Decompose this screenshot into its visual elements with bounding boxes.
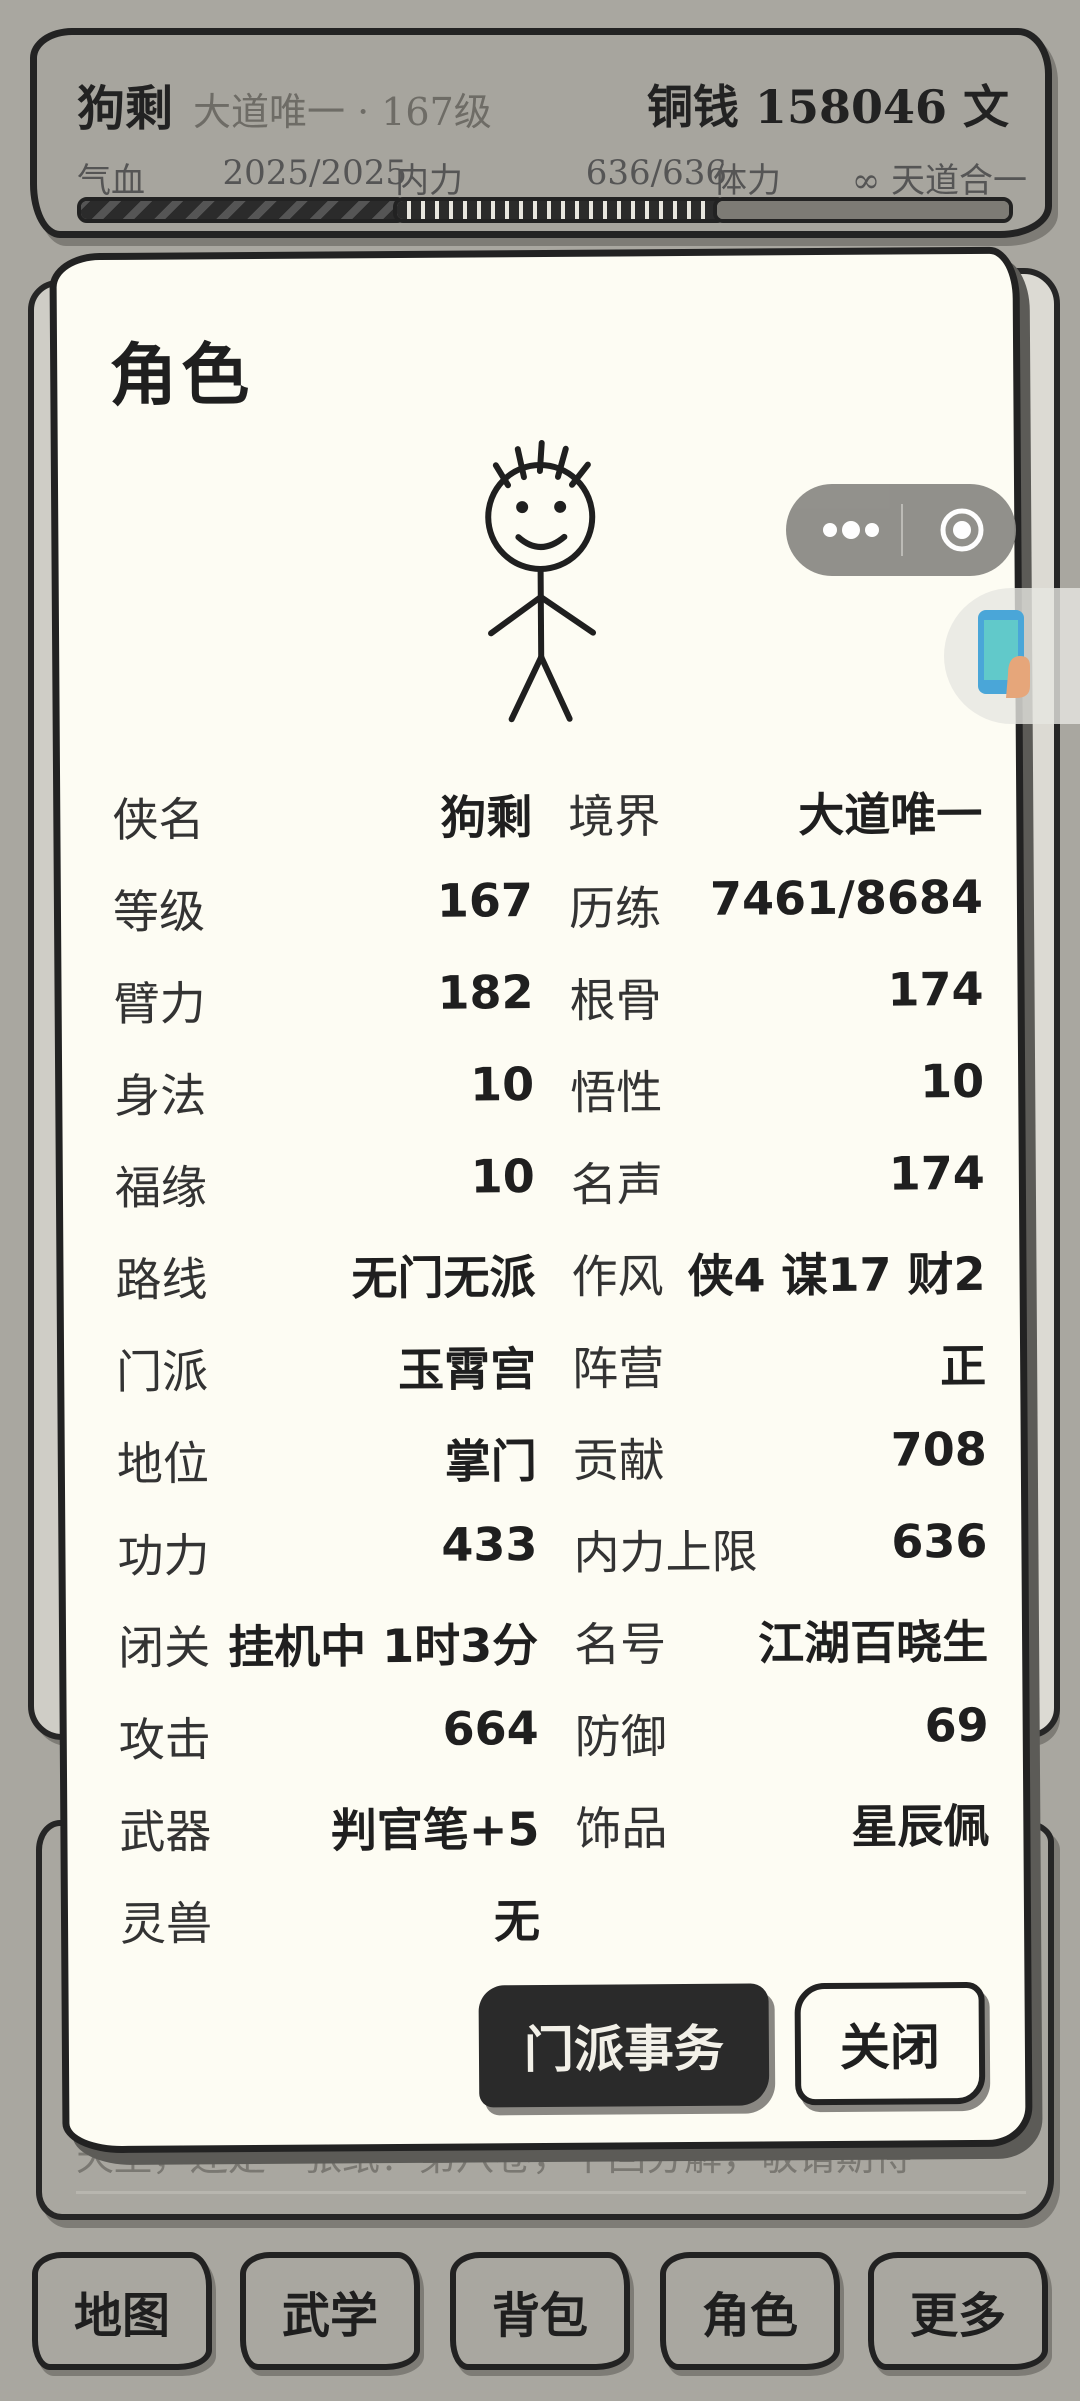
attribute-row: 臂力 182 根骨 174 [113,946,984,1044]
attribute-label: 境界 [568,789,661,844]
attribute-value: 无门无派 [351,1250,536,1306]
attribute-value: 挂机中 1时3分 [227,1618,539,1675]
capsule-divider [901,504,903,556]
attribute-label: 贡献 [572,1433,666,1488]
attribute-grid: 侠名 狗剩 境界 大道唯一等级 167 历练 7461/8684 臂力 182 根骨 174 身法 10… [112,762,990,1964]
mp-value: 636/636 [585,153,727,193]
coin-count: 铜钱 158046 文 [646,80,1009,134]
attribute-label: 地位 [116,1436,210,1491]
attribute-row: 门派 玉霄宫 阵营 正 [116,1314,987,1412]
attribute-label: 路线 [115,1252,208,1307]
mp-bar [393,197,727,223]
attribute-value: 433 [441,1517,538,1572]
attribute-value: 7461/8684 [709,869,984,926]
attribute-label: 侠名 [112,792,205,847]
phone-hand-icon [978,610,1030,698]
attribute-label: 历练 [568,881,662,936]
attribute-label: 灵兽 [119,1896,213,1951]
mini-program-capsule [786,484,1016,576]
player-name: 狗剩 [77,81,174,137]
nav-map-button[interactable]: 地图 [32,2252,212,2370]
attribute-value: 167 [436,873,534,928]
stamina-bar-fill [717,201,1009,219]
attribute-label: 悟性 [570,1065,663,1120]
attribute-value: 10 [919,1053,985,1109]
nav-skills-button[interactable]: 武学 [240,2252,420,2370]
nav-character-button[interactable]: 角色 [660,2252,840,2370]
hp-bar-fill [81,201,403,219]
attribute-row: 闭关 挂机中 1时3分 名号 江湖百晓生 [118,1590,989,1688]
attribute-row: 功力 433 内力上限 636 [117,1498,988,1596]
nav-more-button[interactable]: 更多 [868,2252,1048,2370]
attribute-label: 闭关 [117,1620,211,1675]
attribute-value: 636 [891,1513,988,1569]
attribute-label: 防御 [574,1709,667,1764]
attribute-label: 功力 [117,1528,210,1583]
attribute-value: 侠4 谋17 财2 [687,1246,986,1303]
attribute-row: 福缘 10 名声 174 [115,1130,986,1228]
attribute-row: 路线 无门无派 作风 侠4 谋17 财2 [115,1222,986,1320]
floating-assistant[interactable] [944,588,1080,724]
attribute-label: 名声 [570,1157,664,1212]
hp-value: 2025/2025 [222,153,407,193]
attribute-label: 身法 [114,1068,207,1123]
attribute-value: 664 [442,1701,539,1756]
attribute-value: 判官笔+5 [330,1802,540,1858]
attribute-label: 福缘 [114,1160,208,1215]
attribute-label: 阵营 [571,1341,665,1396]
stamina-label: 体力 [713,161,781,201]
attribute-value: 掌门 [444,1434,538,1489]
attribute-label: 根骨 [569,973,662,1028]
stamina-value: ∞ 天道合一 [851,161,1027,201]
attribute-label: 名号 [573,1617,667,1672]
attribute-value: 江湖百晓生 [757,1614,989,1671]
attribute-row: 武器 判官笔+5 饰品 星辰佩 [119,1774,990,1872]
player-subtitle: 大道唯一 · 167级 [193,90,492,134]
close-button[interactable]: 关闭 [794,1981,986,2106]
hp-label: 气血 [77,161,145,201]
attribute-row: 侠名 狗剩 境界 大道唯一 [112,762,983,860]
attribute-value: 星辰佩 [851,1798,990,1854]
sect-affairs-button[interactable]: 门派事务 [478,1983,770,2108]
attribute-value: 69 [924,1697,989,1753]
attribute-value: 10 [469,1057,535,1112]
close-miniprogram-icon[interactable] [938,506,986,554]
nav-bag-button[interactable]: 背包 [450,2252,630,2370]
attribute-label: 门派 [116,1344,209,1399]
attribute-value: 182 [437,965,534,1020]
attribute-row: 等级 167 历练 7461/8684 [113,854,984,952]
attribute-label: 臂力 [113,976,206,1031]
attribute-value: 玉霄宫 [397,1342,537,1398]
mp-label: 内力 [395,161,463,201]
stamina-bar [713,197,1013,223]
attribute-row: 灵兽 无 [120,1866,991,1964]
attribute-label: 作风 [571,1249,664,1304]
more-icon[interactable] [816,510,886,550]
attribute-label: 内力上限 [573,1524,758,1580]
mp-bar-fill [397,201,723,219]
attribute-row: 攻击 664 防御 69 [118,1682,989,1780]
hp-bar [77,197,407,223]
attribute-row: 地位 掌门 贡献 708 [116,1406,987,1504]
attribute-label: 饰品 [575,1801,668,1856]
attribute-value: 大道唯一 [798,786,983,843]
attribute-label: 武器 [119,1804,212,1859]
stick-figure-avatar [485,439,597,723]
attribute-value: 狗剩 [440,790,533,845]
attribute-value: 708 [890,1421,987,1477]
attribute-row: 身法 10 悟性 10 [114,1038,985,1136]
modal-title: 角色 [108,334,254,416]
attribute-value: 10 [470,1149,536,1204]
attribute-value: 正 [939,1338,987,1394]
attribute-value: 无 [493,1894,541,1949]
attribute-value: 174 [888,1145,986,1201]
attribute-value: 174 [887,961,984,1017]
attribute-label: 攻击 [118,1712,211,1767]
status-card: 狗剩 大道唯一 · 167级 铜钱 158046 文 气血 2025/2025 … [30,28,1052,238]
attribute-label: 等级 [112,884,206,939]
